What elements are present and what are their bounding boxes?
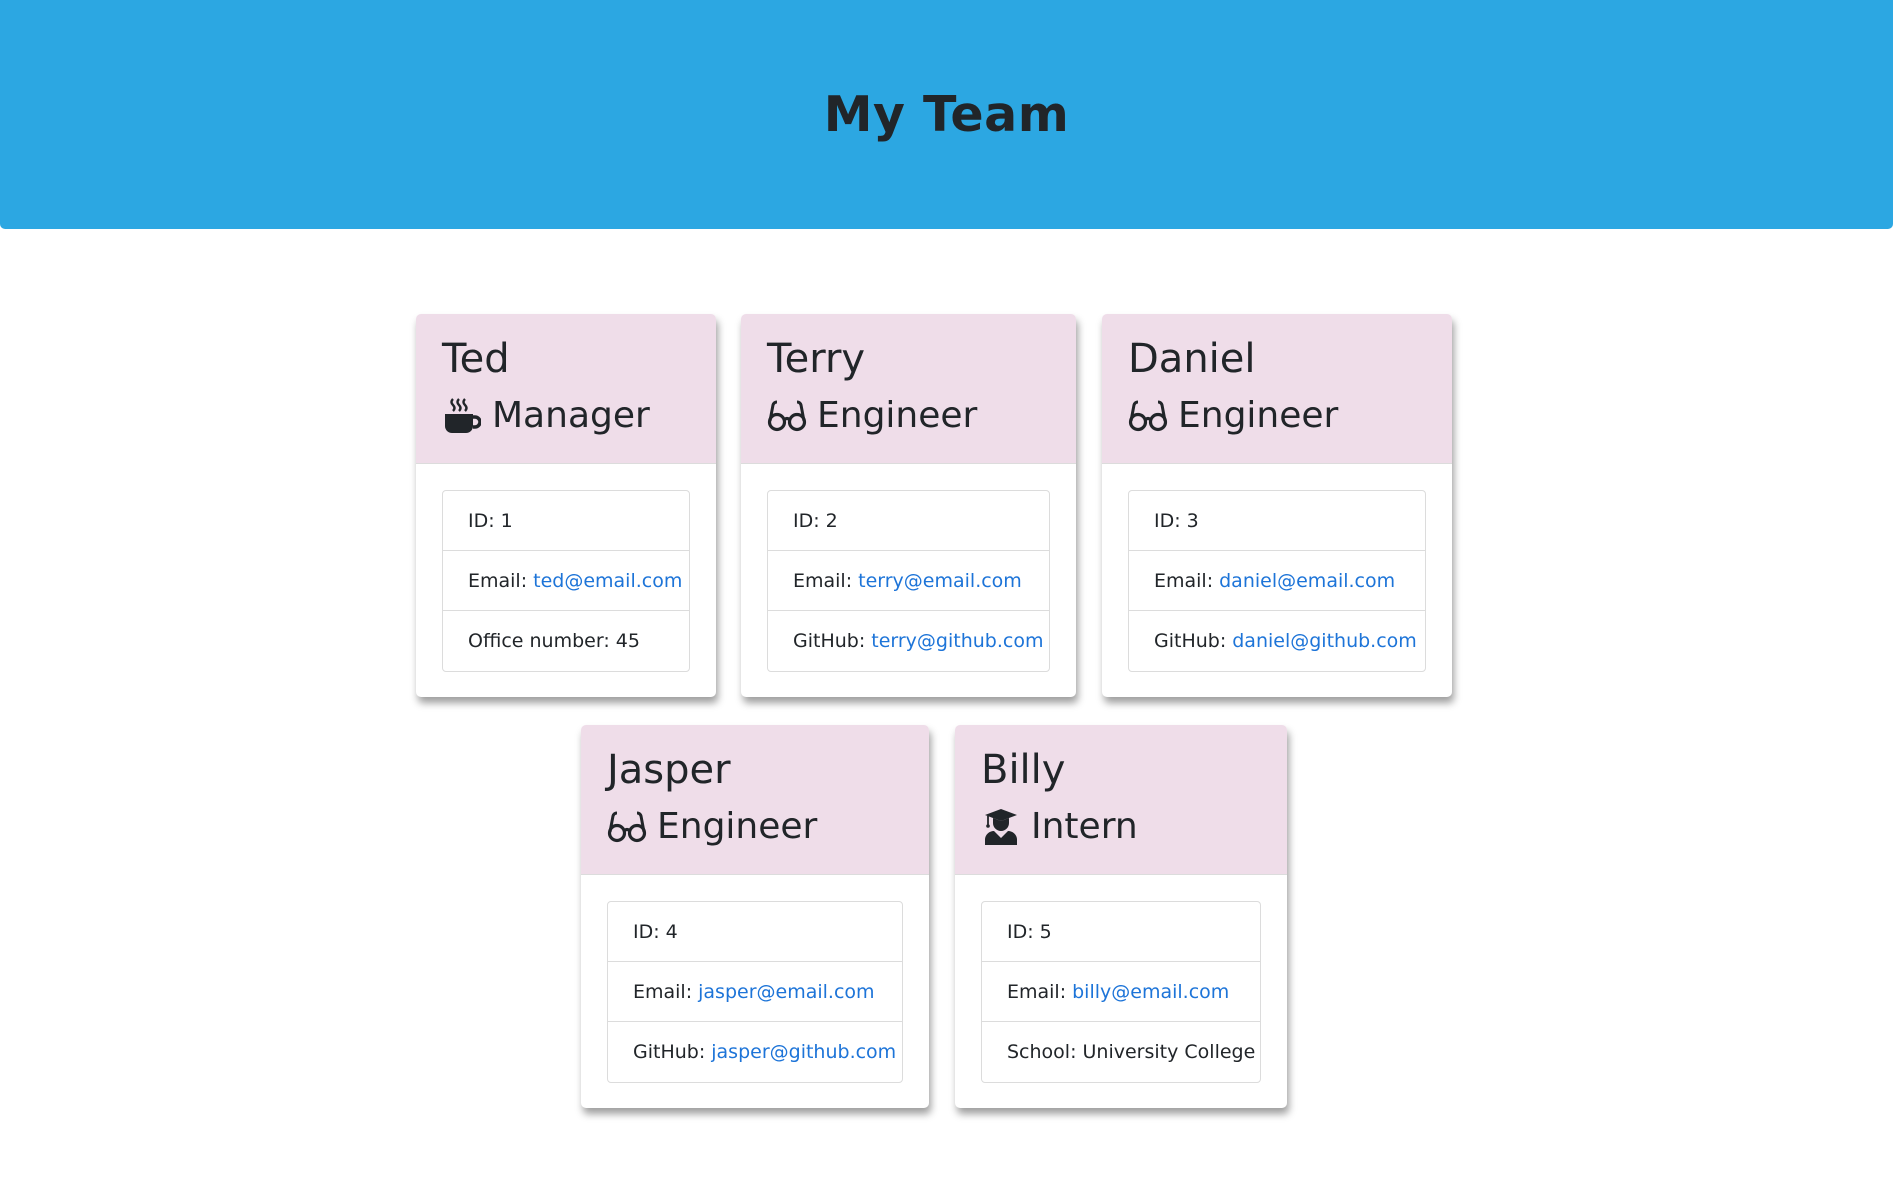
email-label: Email: [633,980,693,1003]
card-body: ID: 5 Email: billy@email.com School: Univ… [955,875,1287,1108]
email-link[interactable]: daniel@email.com [1219,570,1395,592]
info-list: ID: 3 Email: daniel@email.com GitHub: dani… [1128,490,1426,672]
id-text: ID: 2 [793,509,838,532]
github-label: GitHub: [1154,630,1227,652]
email-item: Email: terry@email.com [768,551,1049,611]
id-text: ID: 4 [633,920,678,943]
info-list: ID: 2 Email: terry@email.com GitHub: terry… [767,490,1050,672]
github-link[interactable]: daniel@github.com [1232,630,1417,652]
email-label: Email: [1154,569,1214,592]
email-label: Email: [793,569,853,592]
office-number-item: Office number: 45 [443,611,689,671]
email-item: Email: billy@email.com [982,962,1260,1022]
glasses-icon [1128,396,1168,436]
role-label: Manager [492,395,650,436]
id-item: ID: 3 [1129,491,1425,551]
coffee-icon [442,396,482,436]
employee-card-jasper: Jasper Engineer ID: 4 Email: jasper@email… [581,725,929,1108]
id-item: ID: 5 [982,902,1260,962]
card-body: ID: 1 Email: ted@email.com Office number:… [416,464,716,697]
employee-card-terry: Terry Engineer ID: 2 Email: terry@email.c… [741,314,1076,697]
email-label: Email: [468,569,528,592]
card-header: Ted Manager [416,314,716,464]
employee-card-daniel: Daniel Engineer ID: 3 Email: daniel@email… [1102,314,1452,697]
email-item: Email: daniel@email.com [1129,551,1425,611]
card-body: ID: 2 Email: terry@email.com GitHub: terry… [741,464,1076,697]
employee-name: Daniel [1128,336,1256,382]
card-body: ID: 3 Email: daniel@email.com GitHub: dani… [1102,464,1452,697]
github-item: GitHub: terry@github.com [768,611,1049,671]
employee-card-ted: Ted Manager ID: 1 Email: ted@email.com Of… [416,314,716,697]
card-header: Terry Engineer [741,314,1076,464]
glasses-icon [767,396,807,436]
id-item: ID: 1 [443,491,689,551]
role-label: Engineer [1178,395,1339,436]
id-item: ID: 2 [768,491,1049,551]
glasses-icon [607,807,647,847]
employee-role: Engineer [607,799,929,855]
office-number-text: Office number: 45 [468,630,640,652]
employee-role: Engineer [767,388,1076,444]
role-label: Engineer [817,395,978,436]
github-link[interactable]: jasper@github.com [711,1041,896,1063]
info-list: ID: 5 Email: billy@email.com School: Univ… [981,901,1261,1083]
header-banner: My Team [0,0,1893,229]
school-text: School: University College [1007,1041,1256,1063]
employee-role: Engineer [1128,388,1452,444]
email-link[interactable]: jasper@email.com [698,981,874,1003]
employee-role: Intern [981,799,1287,855]
email-link[interactable]: ted@email.com [533,570,682,592]
page-title: My Team [823,86,1070,143]
card-body: ID: 4 Email: jasper@email.com GitHub: jasp… [581,875,929,1108]
employee-name: Ted [442,336,510,382]
role-label: Engineer [657,806,818,847]
id-text: ID: 5 [1007,920,1052,943]
email-item: Email: ted@email.com [443,551,689,611]
email-label: Email: [1007,980,1067,1003]
info-list: ID: 1 Email: ted@email.com Office number:… [442,490,690,672]
employee-role: Manager [442,388,716,444]
id-text: ID: 3 [1154,509,1199,532]
github-item: GitHub: daniel@github.com [1129,611,1425,671]
employee-name: Billy [981,747,1066,793]
email-item: Email: jasper@email.com [608,962,902,1022]
id-item: ID: 4 [608,902,902,962]
employee-name: Terry [767,336,866,382]
card-header: Daniel Engineer [1102,314,1452,464]
employee-card-billy: Billy Intern ID: 5 Email: billy@email.com… [955,725,1287,1108]
employee-name: Jasper [607,747,731,793]
graduate-icon [981,807,1021,847]
github-label: GitHub: [633,1041,706,1063]
id-text: ID: 1 [468,509,513,532]
github-label: GitHub: [793,630,866,652]
github-link[interactable]: terry@github.com [871,630,1043,652]
email-link[interactable]: terry@email.com [858,570,1022,592]
info-list: ID: 4 Email: jasper@email.com GitHub: jasp… [607,901,903,1083]
role-label: Intern [1031,806,1138,847]
card-header: Jasper Engineer [581,725,929,875]
email-link[interactable]: billy@email.com [1072,981,1229,1003]
school-item: School: University College [982,1022,1260,1082]
card-header: Billy Intern [955,725,1287,875]
github-item: GitHub: jasper@github.com [608,1022,902,1082]
